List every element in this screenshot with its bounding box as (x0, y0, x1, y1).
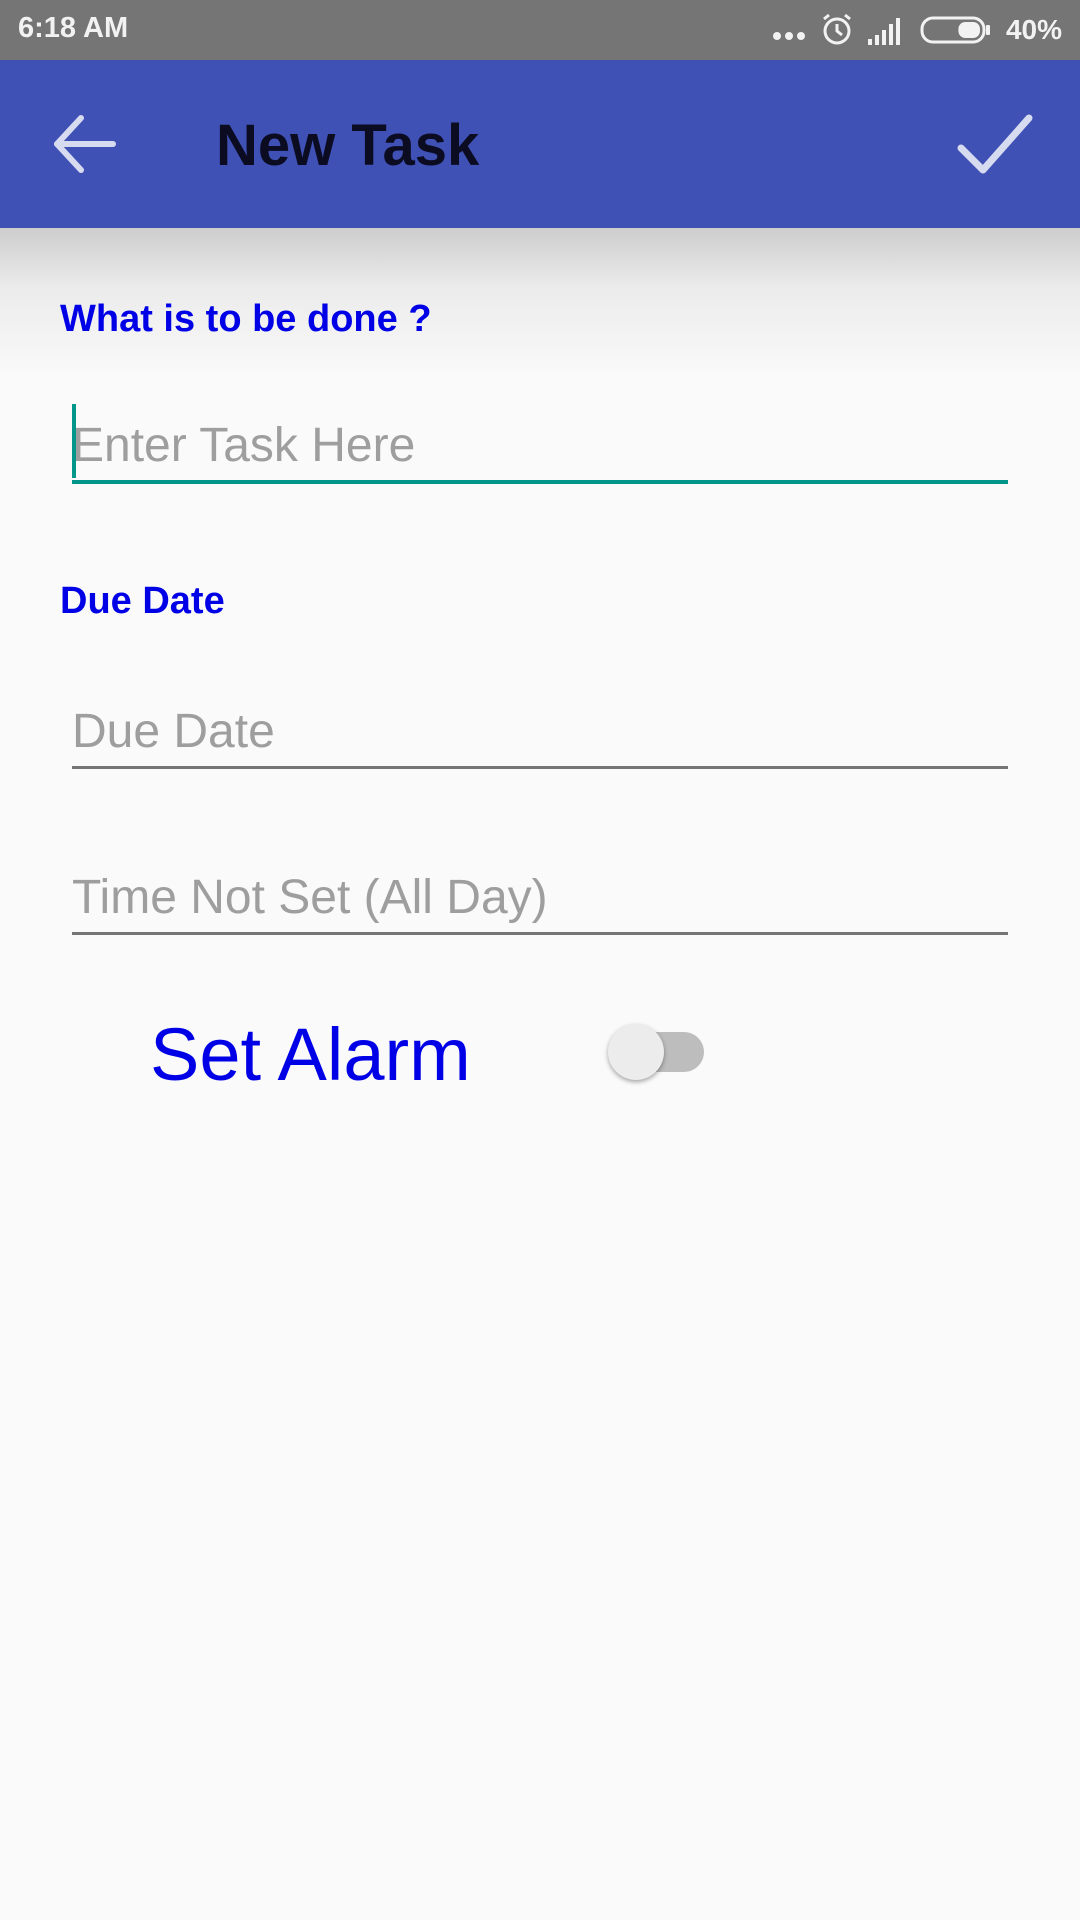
time-input[interactable] (72, 862, 1008, 935)
text-cursor (72, 404, 76, 478)
battery-percent: 40% (1005, 14, 1062, 45)
alarm-toggle[interactable] (608, 1020, 708, 1080)
check-icon (957, 114, 1033, 174)
due-date-input[interactable] (72, 696, 1008, 769)
more-dots-icon (772, 32, 805, 40)
due-date-label: Due Date (60, 580, 225, 622)
status-icons: 40% (758, 10, 1062, 50)
status-bar: 6:18 AM 40% (0, 0, 1080, 60)
status-time: 6:18 AM (18, 12, 129, 44)
back-button[interactable] (30, 104, 140, 184)
toolbar: New Task (0, 60, 1080, 228)
save-button[interactable] (940, 100, 1050, 190)
battery-icon (920, 16, 990, 44)
alarm-toggle-thumb (608, 1024, 664, 1080)
arrow-left-icon (54, 115, 116, 173)
page-title: New Task (216, 113, 480, 178)
signal-bars-icon (867, 18, 900, 45)
task-input[interactable] (72, 410, 1008, 484)
alarm-label: Set Alarm (150, 1013, 471, 1096)
alarm-clock-icon (823, 13, 851, 45)
battery-fill (958, 22, 980, 38)
task-label: What is to be done ? (60, 298, 432, 340)
